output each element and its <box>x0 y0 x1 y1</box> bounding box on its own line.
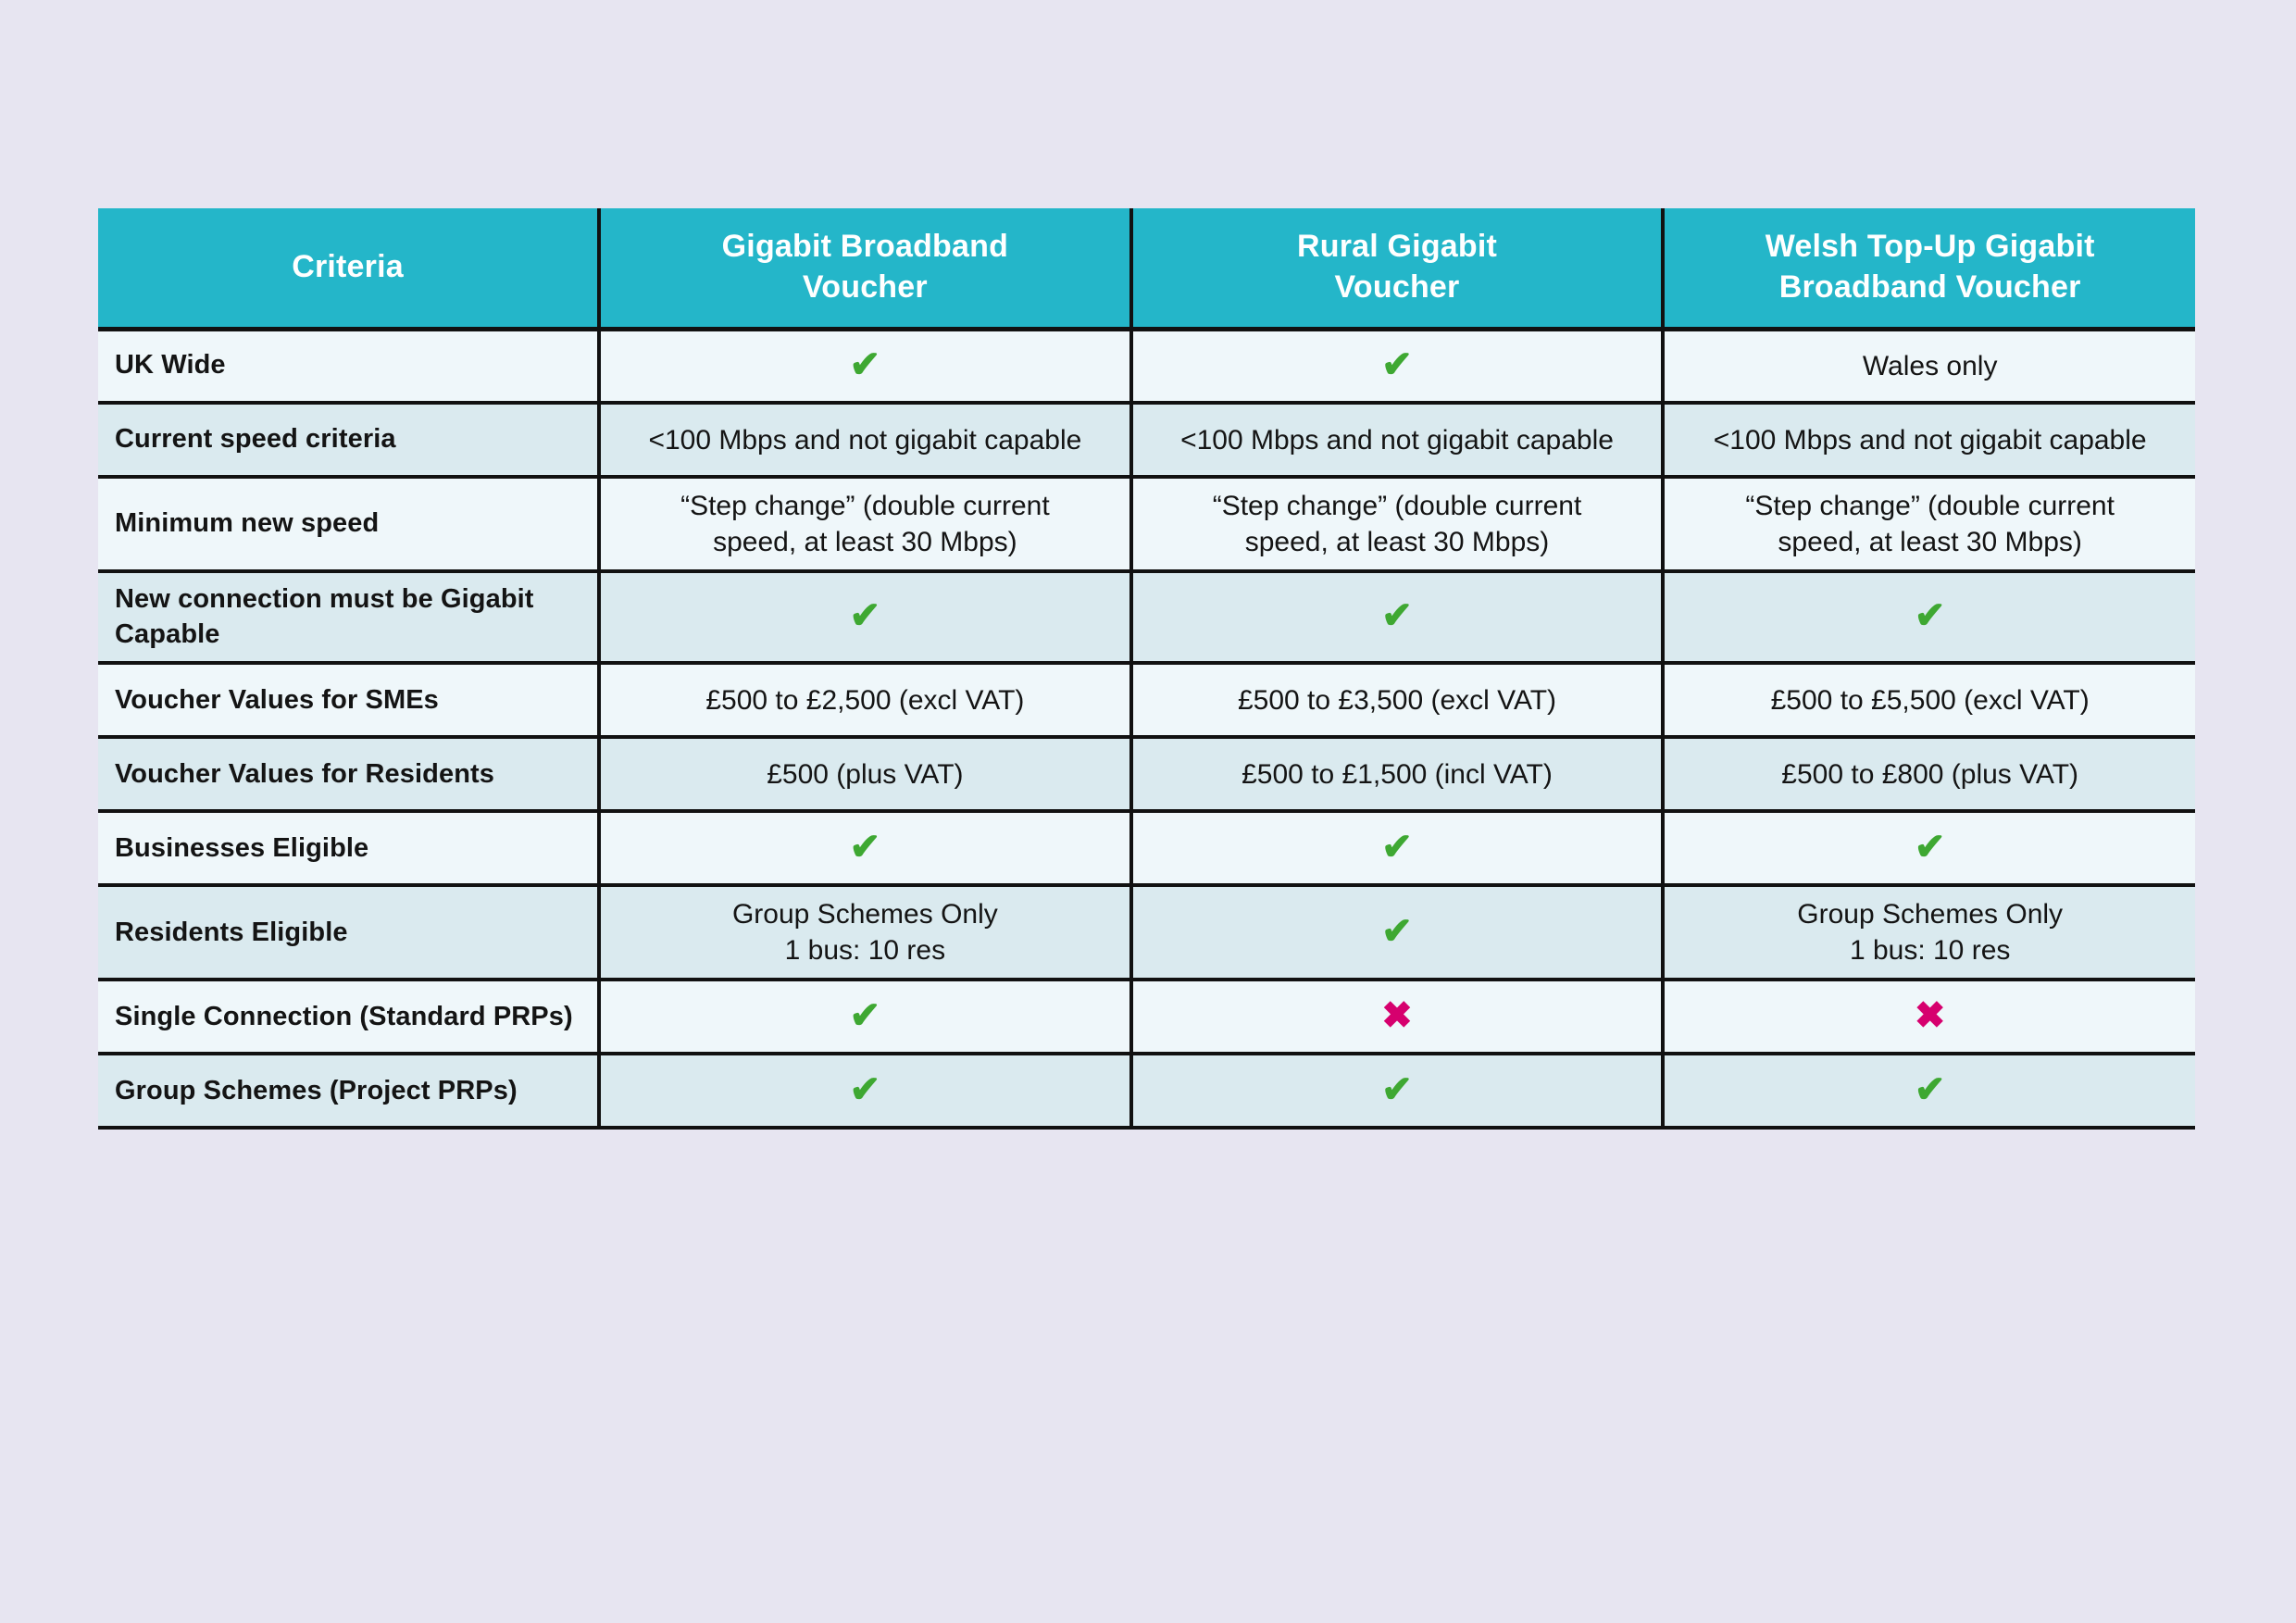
column-header-line: Gigabit Broadband <box>721 229 1009 265</box>
criteria-label: Voucher Values for Residents <box>98 737 600 814</box>
check-icon: ✔ <box>1381 343 1413 385</box>
check-icon: ✔ <box>849 343 881 385</box>
voucher-comparison-table: Criteria Gigabit Broadband Voucher Rural Gi… <box>98 208 2195 1130</box>
value-cell: Group Schemes Only 1 bus: 10 res <box>1661 885 2195 982</box>
table-row: Businesses Eligible ✔ ✔ ✔ <box>98 811 2195 888</box>
check-icon: ✔ <box>849 826 881 868</box>
value-cell: £500 to £800 (plus VAT) <box>1661 737 2195 814</box>
check-icon: ✔ <box>1381 910 1413 952</box>
check-icon: ✔ <box>1381 595 1413 637</box>
column-header-3: Welsh Top-Up Gigabit Broadband Voucher <box>1661 208 2195 329</box>
check-icon-cell: ✔ <box>597 1054 1131 1130</box>
column-header-line: Rural Gigabit <box>1296 229 1498 265</box>
criteria-label: Group Schemes (Project PRPs) <box>98 1054 600 1130</box>
table-row: New connection must be Gigabit Capable ✔ ✔… <box>98 571 2195 666</box>
cross-icon-cell: ✖ <box>1129 980 1664 1056</box>
value-cell: £500 to £1,500 (incl VAT) <box>1129 737 1664 814</box>
column-header-1: Gigabit Broadband Voucher <box>597 208 1131 329</box>
value-cell: Group Schemes Only 1 bus: 10 res <box>597 885 1131 982</box>
check-icon-cell: ✔ <box>1129 811 1664 888</box>
table-row: Minimum new speed “Step change” (double c… <box>98 477 2195 573</box>
value-cell: <100 Mbps and not gigabit capable <box>1661 403 2195 479</box>
check-icon: ✔ <box>1914 1068 1946 1110</box>
value-cell: “Step change” (double current speed, at … <box>1129 477 1664 573</box>
value-cell: £500 to £2,500 (excl VAT) <box>597 663 1131 740</box>
check-icon-cell: ✔ <box>1129 571 1664 666</box>
value-cell: £500 to £5,500 (excl VAT) <box>1661 663 2195 740</box>
check-icon-cell: ✔ <box>1661 1054 2195 1130</box>
check-icon-cell: ✔ <box>597 329 1131 405</box>
table-body: UK Wide ✔ ✔ Wales only Current speed criteri… <box>98 329 2195 1130</box>
column-header-line: Criteria <box>292 248 404 284</box>
check-icon: ✔ <box>1381 1068 1413 1110</box>
table-row: Current speed criteria <100 Mbps and not … <box>98 403 2195 479</box>
check-icon: ✔ <box>849 595 881 637</box>
cross-icon: ✖ <box>1914 994 1946 1036</box>
check-icon-cell: ✔ <box>597 571 1131 666</box>
column-header-line: Welsh Top-Up Gigabit <box>1765 229 2095 265</box>
check-icon-cell: ✔ <box>1129 329 1664 405</box>
column-header-line: Broadband Voucher <box>1778 268 2081 305</box>
value-cell: “Step change” (double current speed, at … <box>597 477 1131 573</box>
check-icon-cell: ✔ <box>597 980 1131 1056</box>
criteria-label: New connection must be Gigabit Capable <box>98 571 600 666</box>
value-cell: “Step change” (double current speed, at … <box>1661 477 2195 573</box>
table-row: UK Wide ✔ ✔ Wales only <box>98 329 2195 405</box>
table-row: Voucher Values for SMEs £500 to £2,500 (e… <box>98 663 2195 740</box>
criteria-label: Minimum new speed <box>98 477 600 573</box>
check-icon-cell: ✔ <box>1129 885 1664 982</box>
value-cell: Wales only <box>1661 329 2195 405</box>
table-row: Residents Eligible Group Schemes Only 1 b… <box>98 885 2195 982</box>
table-row: Group Schemes (Project PRPs) ✔ ✔ ✔ <box>98 1054 2195 1130</box>
cross-icon: ✖ <box>1381 994 1413 1036</box>
criteria-label: Residents Eligible <box>98 885 600 982</box>
check-icon-cell: ✔ <box>1129 1054 1664 1130</box>
column-header-2: Rural Gigabit Voucher <box>1129 208 1664 329</box>
column-header-0: Criteria <box>98 208 600 329</box>
table-row: Single Connection (Standard PRPs) ✔ ✖ ✖ <box>98 980 2195 1056</box>
criteria-label: Current speed criteria <box>98 403 600 479</box>
check-icon-cell: ✔ <box>597 811 1131 888</box>
value-cell: <100 Mbps and not gigabit capable <box>597 403 1131 479</box>
check-icon-cell: ✔ <box>1661 811 2195 888</box>
value-cell: £500 (plus VAT) <box>597 737 1131 814</box>
check-icon: ✔ <box>1914 595 1946 637</box>
column-header-line: Voucher <box>802 268 928 305</box>
header-row: Criteria Gigabit Broadband Voucher Rural Gi… <box>98 208 2195 329</box>
check-icon: ✔ <box>849 994 881 1036</box>
check-icon-cell: ✔ <box>1661 571 2195 666</box>
criteria-label: UK Wide <box>98 329 600 405</box>
value-cell: <100 Mbps and not gigabit capable <box>1129 403 1664 479</box>
criteria-label: Single Connection (Standard PRPs) <box>98 980 600 1056</box>
criteria-label: Voucher Values for SMEs <box>98 663 600 740</box>
value-cell: £500 to £3,500 (excl VAT) <box>1129 663 1664 740</box>
cross-icon-cell: ✖ <box>1661 980 2195 1056</box>
table-header: Criteria Gigabit Broadband Voucher Rural Gi… <box>98 208 2195 329</box>
column-header-line: Voucher <box>1334 268 1460 305</box>
check-icon: ✔ <box>849 1068 881 1110</box>
check-icon: ✔ <box>1914 826 1946 868</box>
table-row: Voucher Values for Residents £500 (plus V… <box>98 737 2195 814</box>
check-icon: ✔ <box>1381 826 1413 868</box>
criteria-label: Businesses Eligible <box>98 811 600 888</box>
